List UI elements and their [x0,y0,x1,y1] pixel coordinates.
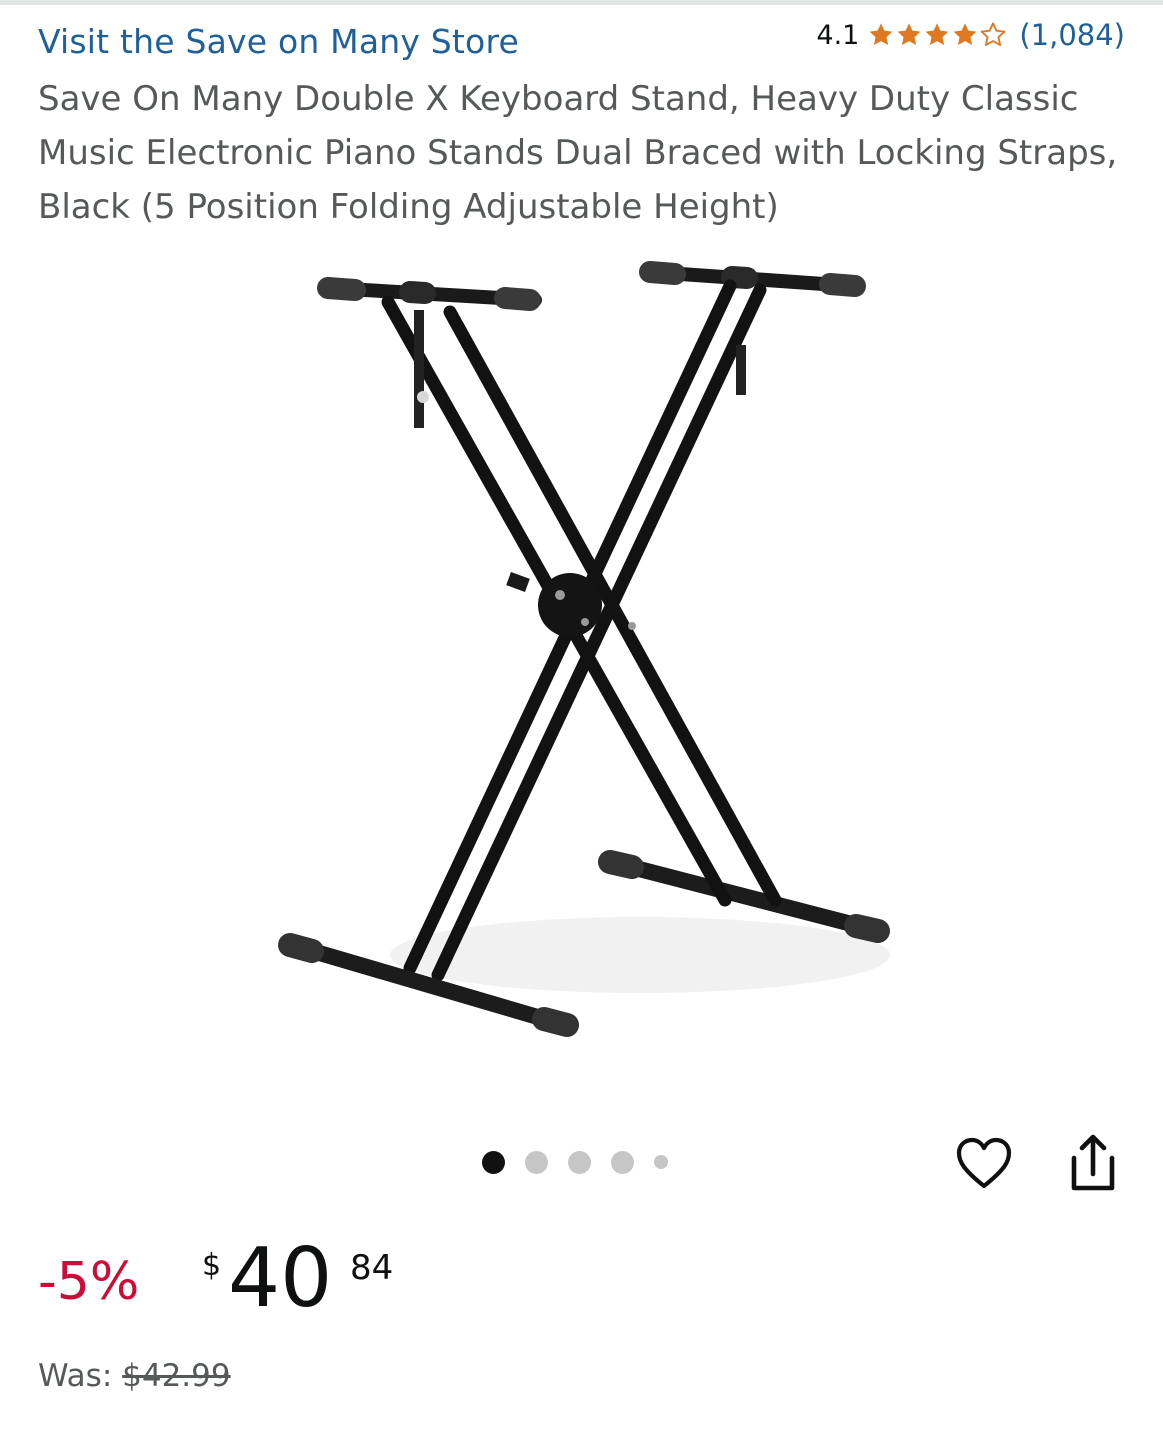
star-icon [953,23,977,46]
star-rating [867,21,1007,49]
carousel-dot[interactable] [568,1150,591,1174]
star-icon [869,23,893,46]
star-icon [925,23,949,46]
image-carousel-dots[interactable] [482,1150,668,1174]
product-image[interactable] [260,250,910,1060]
heart-icon[interactable] [954,1134,1014,1194]
discount-percent: -5% [38,1252,140,1312]
was-label: Was: [38,1358,113,1394]
product-title: Save On Many Double X Keyboard Stand, He… [38,79,1118,227]
was-price-row: Was: $42.99 [38,1358,231,1394]
visit-store-link[interactable]: Visit the Save on Many Store [38,22,519,61]
rating-count-link[interactable]: (1,084) [1019,18,1125,52]
was-price: $42.99 [122,1358,231,1394]
carousel-dot[interactable] [525,1150,548,1174]
carousel-dot[interactable] [654,1155,668,1169]
carousel-dot[interactable] [611,1150,634,1174]
carousel-dot-active[interactable] [482,1150,505,1174]
price-fraction: 84 [350,1248,394,1288]
price-currency: $ [202,1248,222,1283]
rating-value: 4.1 [816,19,860,51]
star-icon [897,23,921,46]
price-whole: 40 [228,1231,333,1326]
rating-summary[interactable]: 4.1 (1,084) [816,18,1125,52]
top-divider [0,0,1163,5]
share-icon[interactable] [1064,1132,1120,1192]
star-outline-icon [980,22,1006,46]
